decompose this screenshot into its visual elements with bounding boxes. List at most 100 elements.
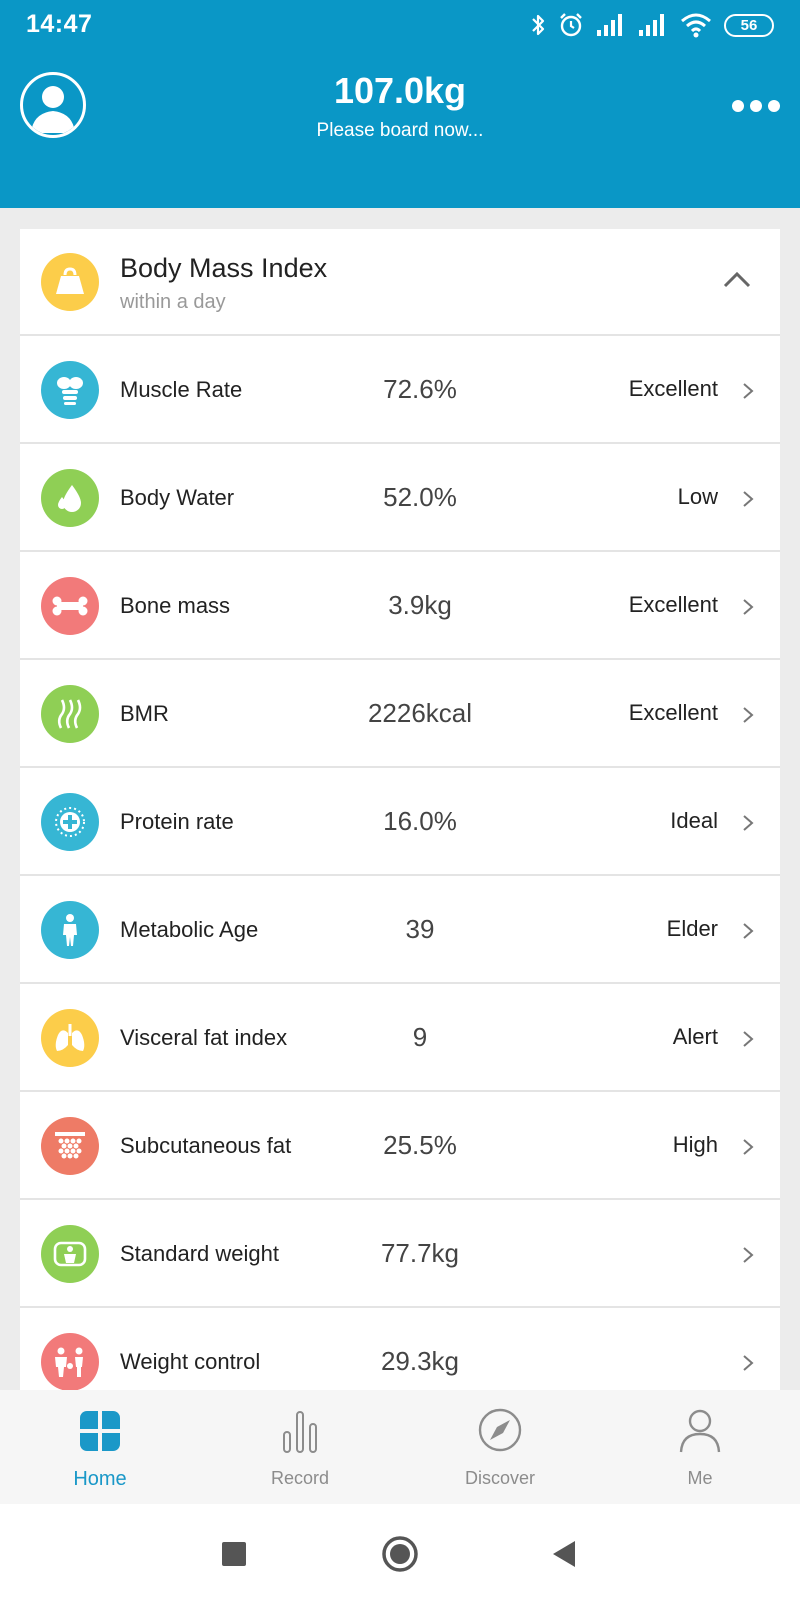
tab-label: Me [687,1468,713,1488]
metric-status: Excellent [628,592,718,617]
square-icon [222,1542,246,1566]
metric-label: Body Water [120,484,235,510]
metric-value: 52.0% [383,481,457,512]
chevron-right-icon [743,491,754,507]
weight-icon [41,253,99,311]
metric-value: 77.7kg [380,1237,460,1268]
metric-label: Weight control [120,1348,261,1374]
recents-button[interactable] [214,1534,254,1574]
home-grid-icon [80,1411,120,1451]
metric-value: 3.9kg [388,589,452,620]
metric-value: 72.6% [383,373,457,404]
metric-row-weight-control[interactable]: Weight control 29.3kg [20,1308,780,1390]
app-header: 14:47 56 107.0kg Please board now... [0,0,800,208]
metric-value: 2226kcal [367,697,473,728]
metric-status: Elder [666,916,718,941]
home-button[interactable] [380,1534,420,1574]
battery-indicator: 56 [724,13,774,37]
metric-status: Excellent [628,700,718,725]
tab-home[interactable]: Home [0,1390,200,1504]
metric-status: High [672,1132,718,1157]
system-nav-bar [0,1504,800,1600]
metric-label: BMR [120,700,169,726]
metric-row-bmr[interactable]: BMR 2226kcal Excellent [20,660,780,768]
chevron-right-icon [743,599,754,615]
more-dot-icon [732,100,744,112]
more-dot-icon [750,100,762,112]
chevron-right-icon [743,1031,754,1047]
metric-value: 29.3kg [380,1345,460,1376]
tab-label: Discover [464,1468,535,1488]
board-prompt: Please board now... [316,120,484,141]
metric-label: Standard weight [120,1240,279,1266]
chevron-right-icon [743,1247,754,1263]
compass-icon [478,1408,522,1452]
heat-waves-icon [41,685,99,743]
user-icon [679,1409,721,1453]
body-scale-icon [41,1225,99,1283]
more-dot-icon [768,100,780,112]
back-button[interactable] [544,1534,584,1574]
family-icon [41,1333,99,1390]
metric-row-protein-rate[interactable]: Protein rate 16.0% Ideal [20,768,780,876]
metric-label: Muscle Rate [120,376,243,402]
water-drop-icon [41,469,99,527]
metric-label: Visceral fat index [120,1024,288,1050]
metric-label: Protein rate [120,808,234,834]
metric-label: Metabolic Age [120,916,259,942]
metric-label: Bone mass [120,592,231,618]
metric-value: 9 [412,1021,428,1052]
tab-me[interactable]: Me [600,1390,800,1504]
fat-grid-icon [41,1117,99,1175]
more-options-button[interactable] [732,96,780,116]
alarm-icon [560,13,582,37]
chevron-right-icon [743,707,754,723]
tab-label: Record [270,1468,330,1488]
bone-icon [41,577,99,635]
tab-label: Home [73,1468,127,1490]
metric-row-standard-weight[interactable]: Standard weight 77.7kg [20,1200,780,1308]
metric-status: Alert [672,1024,718,1049]
chevron-right-icon [743,383,754,399]
metric-row-subcutaneous-fat[interactable]: Subcutaneous fat 25.5% High [20,1092,780,1200]
metric-value: 16.0% [383,805,457,836]
metric-row-metabolic-age[interactable]: Metabolic Age 39 Elder [20,876,780,984]
metric-row-body-water[interactable]: Body Water 52.0% Low [20,444,780,552]
status-icons: 56 [530,10,774,40]
triangle-back-icon [553,1541,575,1567]
metric-row-visceral-fat[interactable]: Visceral fat index 9 Alert [20,984,780,1092]
metric-status: Ideal [670,808,718,833]
metric-row-bone-mass[interactable]: Bone mass 3.9kg Excellent [20,552,780,660]
status-bar: 14:47 56 [0,0,800,52]
metric-value: 39 [405,913,435,944]
tab-discover[interactable]: Discover [400,1390,600,1504]
metric-label: Subcutaneous fat [120,1132,292,1158]
wifi-icon [681,13,711,38]
lungs-icon [41,1009,99,1067]
metric-row-muscle-rate[interactable]: Muscle Rate 72.6% Excellent [20,336,780,444]
metric-status: Low [677,484,718,509]
bmi-title: Body Mass Index [120,253,328,283]
person-icon [41,901,99,959]
bluetooth-icon [532,14,545,36]
metrics-card: Body Mass Index within a day Muscle Rate… [20,229,780,1390]
bmi-subtitle: within a day [120,291,226,313]
chevron-right-icon [743,815,754,831]
signal-icon [597,14,622,36]
metric-status: Excellent [628,376,718,401]
protein-cross-icon [41,793,99,851]
chevron-up-icon[interactable] [722,269,752,289]
metric-value: 25.5% [383,1129,457,1160]
status-time: 14:47 [26,10,93,38]
signal-icon-2 [639,14,664,36]
bottom-tab-bar: Home Record Discover Me [0,1390,800,1504]
circle-icon [382,1536,418,1572]
bmi-header[interactable]: Body Mass Index within a day [20,229,780,336]
bar-chart-icon [283,1411,317,1453]
chevron-right-icon [743,923,754,939]
chevron-right-icon [743,1355,754,1371]
current-weight: 107.0kg [333,70,467,111]
muscle-icon [41,361,99,419]
tab-record[interactable]: Record [200,1390,400,1504]
chevron-right-icon [743,1139,754,1155]
